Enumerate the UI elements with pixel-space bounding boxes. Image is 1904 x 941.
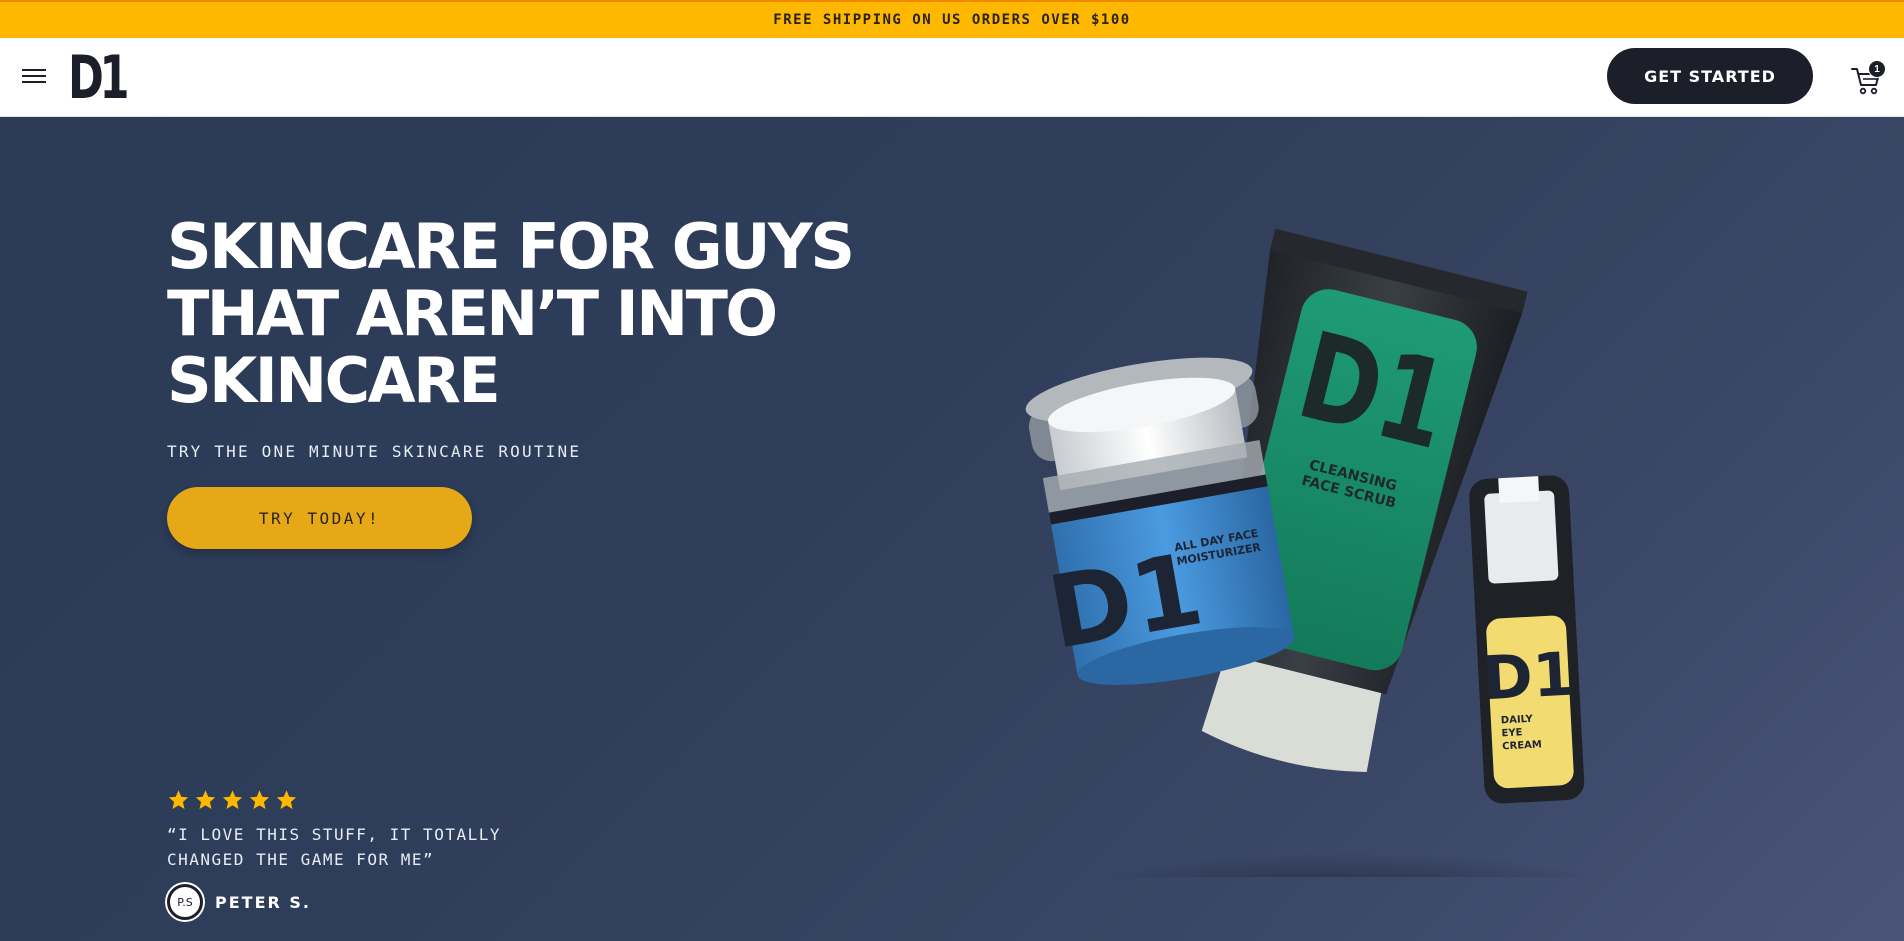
hero-subheadline: TRY THE ONE MINUTE SKINCARE ROUTINE <box>167 442 582 461</box>
reviewer: P.S PETER S. <box>167 884 311 920</box>
try-today-button[interactable]: TRY TODAY! <box>167 487 472 549</box>
reviewer-name: PETER S. <box>215 892 311 912</box>
brand-logo[interactable]: D1 <box>68 48 130 108</box>
cart-count-badge: 1 <box>1868 60 1886 78</box>
hero-headline: SKINCARE FOR GUYS THAT AREN’T INTO SKINC… <box>167 210 855 417</box>
cart-button[interactable]: 1 <box>1850 60 1886 96</box>
review-quote: “I LOVE THIS STUFF, IT TOTALLY CHANGED T… <box>167 825 501 869</box>
product-image: D1 CLEANSING FACE SCRUB D1 ALL DAY FACE … <box>1025 228 1602 877</box>
star-icon <box>249 790 270 809</box>
eye-cream-brand: D1 <box>1481 640 1576 715</box>
promo-bar: FREE SHIPPING ON US ORDERS OVER $100 <box>0 0 1904 38</box>
hamburger-menu-icon[interactable] <box>22 65 46 85</box>
logo-text: D1 <box>68 43 130 113</box>
star-icon <box>168 790 189 809</box>
svg-text:DAILY: DAILY <box>1501 714 1534 727</box>
review-rating <box>167 789 298 811</box>
svg-text:EYE: EYE <box>1501 727 1523 739</box>
get-started-button[interactable]: GET STARTED <box>1607 48 1813 104</box>
hero-section: SKINCARE FOR GUYS THAT AREN’T INTO SKINC… <box>0 117 1904 941</box>
star-icon <box>195 790 216 809</box>
avatar: P.S <box>167 884 203 920</box>
site-header: D1 GET STARTED 1 <box>0 38 1904 117</box>
star-icon <box>222 790 243 809</box>
star-icon <box>276 790 297 809</box>
promo-text: FREE SHIPPING ON US ORDERS OVER $100 <box>773 12 1131 28</box>
svg-text:CREAM: CREAM <box>1502 739 1542 752</box>
